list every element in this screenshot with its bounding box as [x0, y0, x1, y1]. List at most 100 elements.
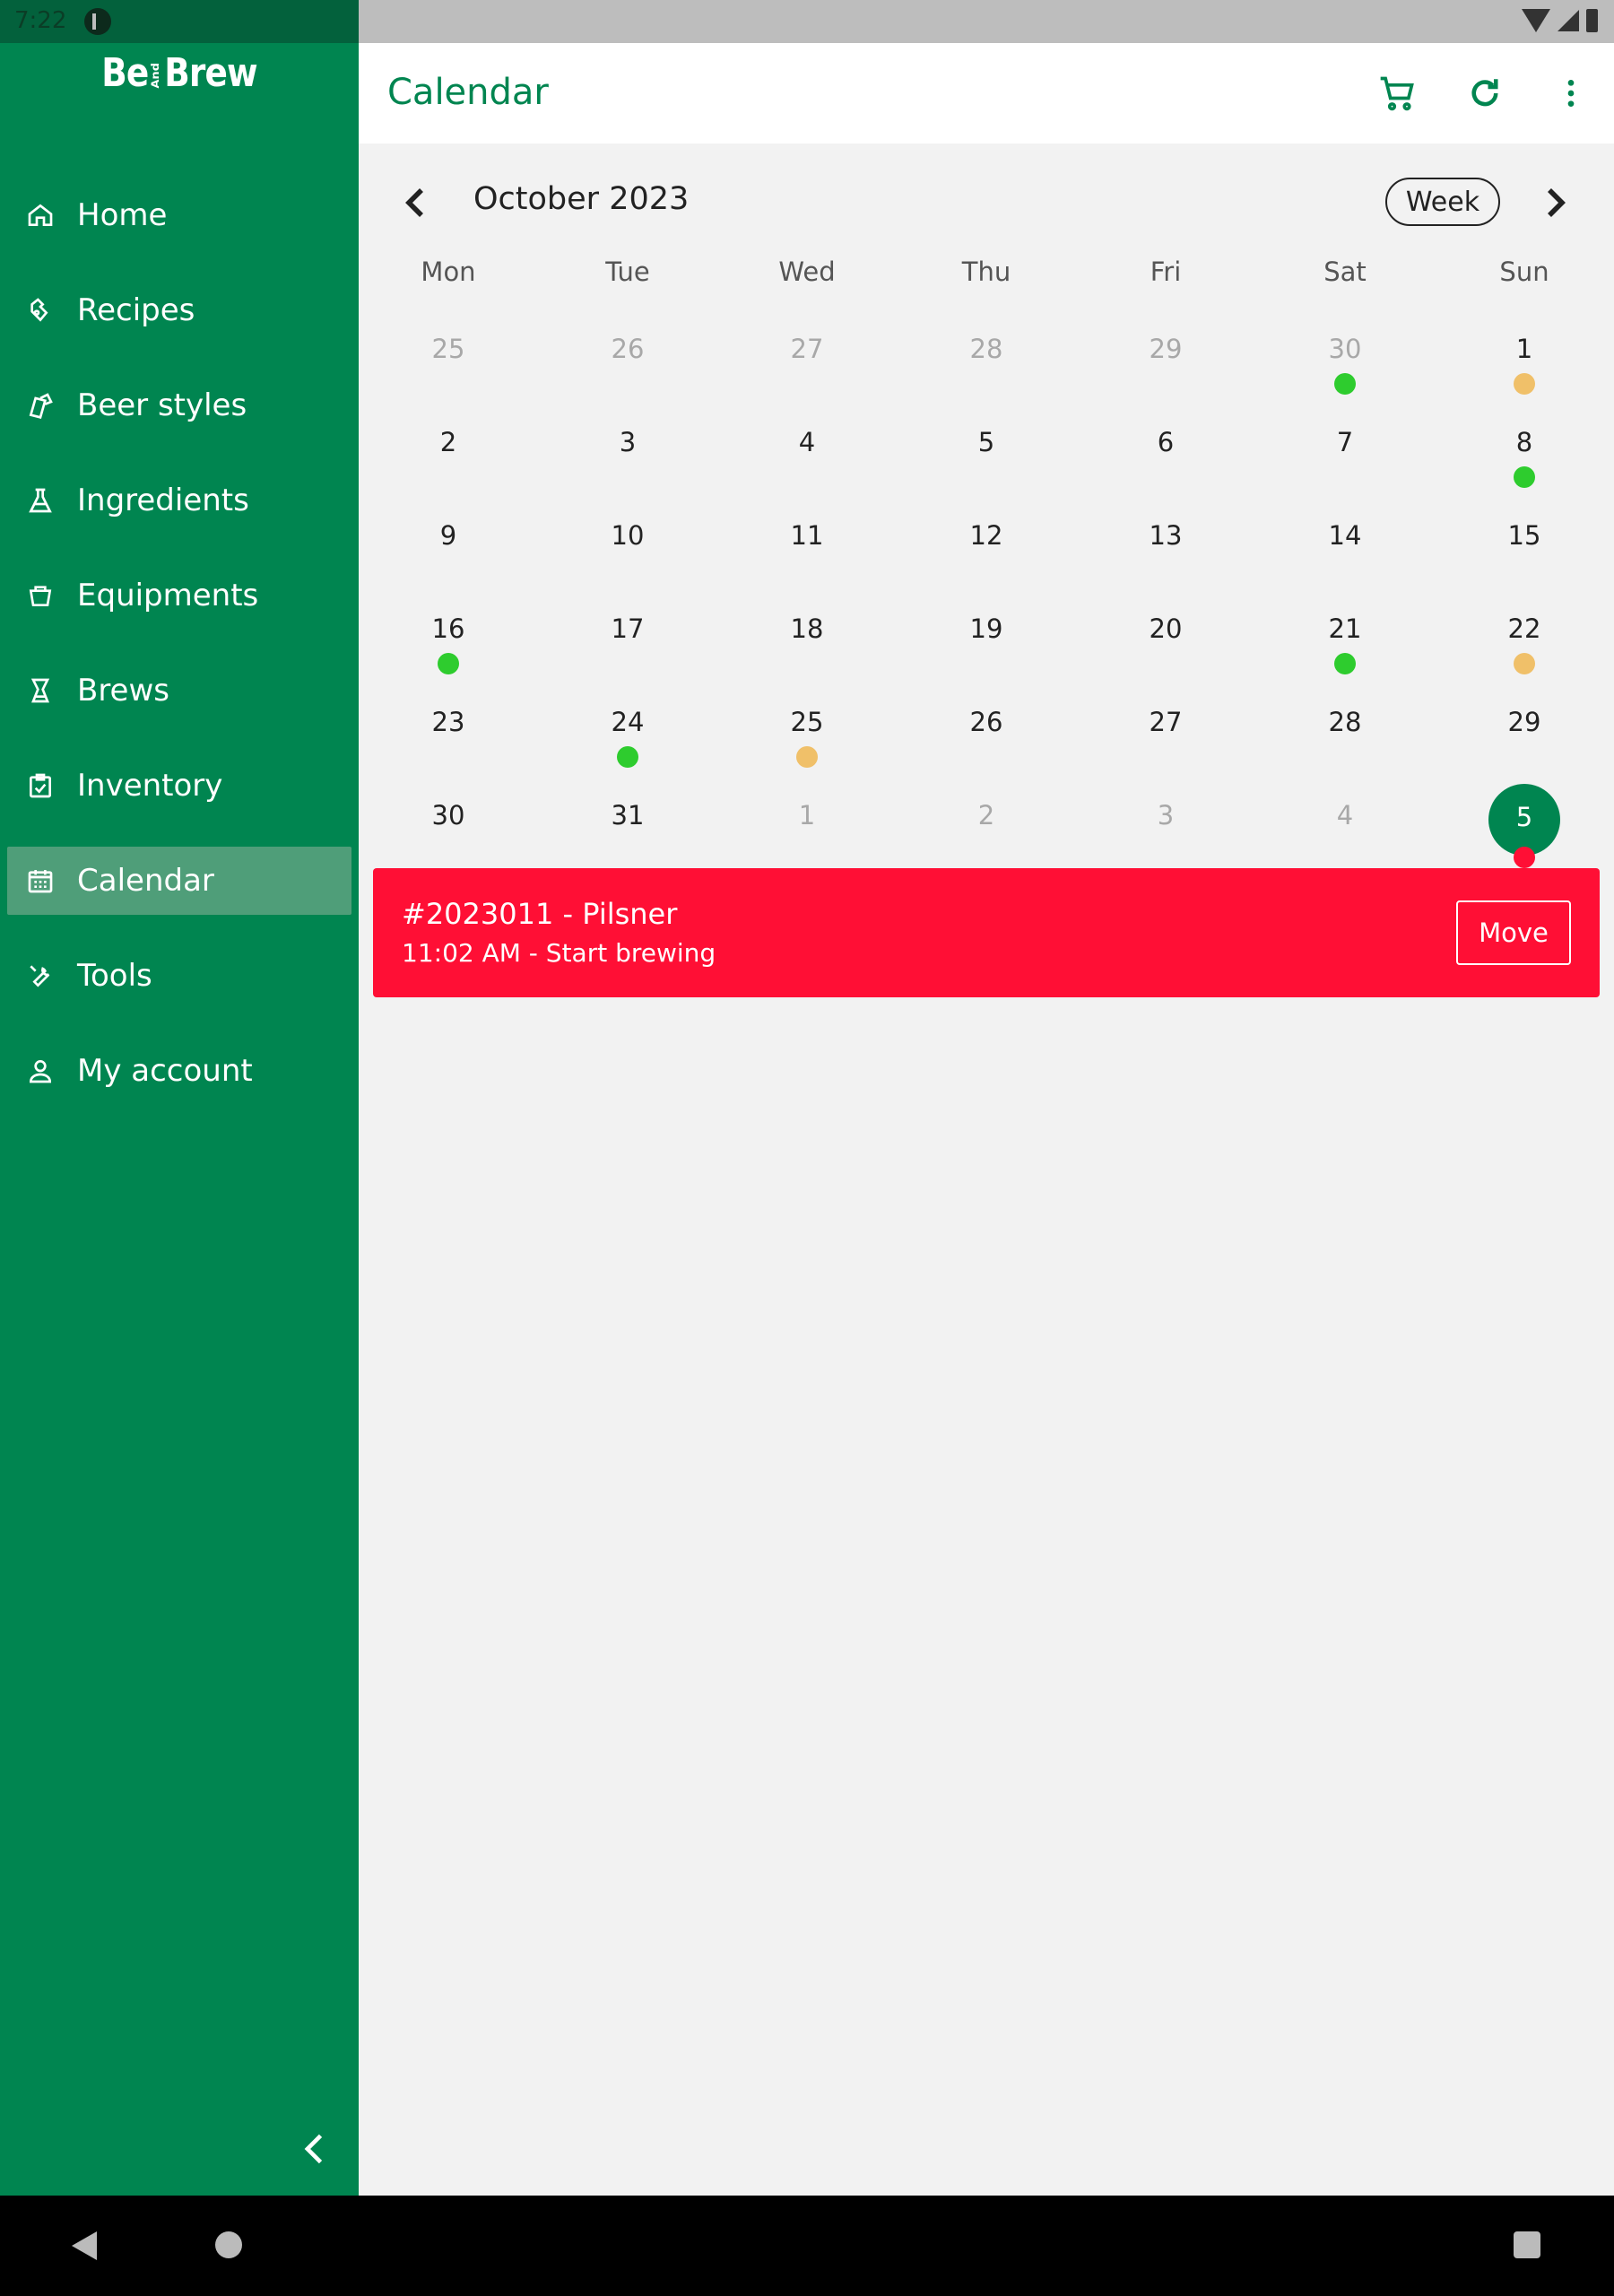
person-icon [25, 1056, 56, 1086]
move-button[interactable]: Move [1456, 900, 1571, 965]
calendar-day[interactable]: 8 [1435, 409, 1614, 502]
sidebar-item-my-account[interactable]: My account [7, 1037, 351, 1105]
system-nav-bar [0, 2196, 1614, 2296]
calendar-day[interactable]: 27 [1076, 689, 1255, 782]
more-options-button[interactable] [1546, 68, 1596, 118]
sidebar-item-label: Home [77, 197, 168, 233]
collapse-drawer-icon[interactable] [296, 2129, 335, 2169]
calendar-day[interactable]: 7 [1255, 409, 1435, 502]
sidebar-item-calendar[interactable]: Calendar [7, 847, 351, 915]
calendar-day[interactable]: 4 [717, 409, 897, 502]
calendar-day[interactable]: 19 [897, 596, 1076, 689]
home-icon [25, 200, 56, 230]
day-number: 5 [977, 427, 995, 457]
calendar-icon [25, 865, 56, 896]
calendar-day[interactable]: 23 [359, 689, 538, 782]
calendar-day[interactable]: 3 [538, 409, 717, 502]
back-icon[interactable] [72, 2231, 97, 2260]
event-marker-dot [1514, 373, 1535, 395]
home-circle-icon[interactable] [215, 2231, 242, 2258]
cart-button[interactable] [1372, 68, 1422, 118]
calendar-day[interactable]: 24 [538, 689, 717, 782]
recent-apps-icon[interactable] [1514, 2231, 1540, 2258]
calendar-day[interactable]: 1 [717, 782, 897, 875]
battery-icon [1586, 9, 1598, 32]
calendar-day[interactable]: 30 [1255, 316, 1435, 409]
calendar-day[interactable]: 12 [897, 502, 1076, 596]
calendar-day[interactable]: 17 [538, 596, 717, 689]
sidebar-item-label: Tools [77, 958, 152, 994]
calendar-day[interactable]: 25 [717, 689, 897, 782]
calendar-day[interactable]: 6 [1076, 409, 1255, 502]
calendar-day[interactable]: 22 [1435, 596, 1614, 689]
day-number: 29 [1149, 334, 1183, 364]
weekday-label: Tue [605, 257, 650, 287]
calendar-day[interactable]: 13 [1076, 502, 1255, 596]
logo-text-and: And [150, 62, 162, 89]
brews-icon [25, 675, 56, 706]
recipes-icon [25, 295, 56, 326]
calendar-day[interactable]: 29 [1076, 316, 1255, 409]
day-number: 22 [1507, 613, 1541, 644]
calendar-day[interactable]: 15 [1435, 502, 1614, 596]
day-number: 26 [969, 707, 1003, 737]
calendar-day[interactable]: 29 [1435, 689, 1614, 782]
calendar-day[interactable]: 31 [538, 782, 717, 875]
day-number: 25 [431, 334, 465, 364]
event-marker-dot [438, 653, 459, 674]
sidebar-item-ingredients[interactable]: Ingredients [7, 466, 351, 535]
event-marker-dot [1514, 847, 1535, 868]
month-header: October 2023 Week [359, 144, 1614, 258]
weekday-label: Sun [1499, 257, 1549, 287]
calendar-day[interactable]: 28 [897, 316, 1076, 409]
calendar-day[interactable]: 14 [1255, 502, 1435, 596]
wifi-icon [1522, 9, 1550, 32]
sidebar-item-beer-styles[interactable]: Beer styles [7, 371, 351, 439]
day-number: 21 [1328, 613, 1362, 644]
sidebar-item-recipes[interactable]: Recipes [7, 276, 351, 344]
sidebar-item-brews[interactable]: Brews [7, 657, 351, 725]
calendar-day[interactable]: 11 [717, 502, 897, 596]
calendar-day[interactable]: 20 [1076, 596, 1255, 689]
logo-text-be: Be [101, 50, 149, 96]
calendar-day[interactable]: 27 [717, 316, 897, 409]
day-number: 31 [611, 800, 645, 831]
day-number: 1 [1515, 334, 1533, 364]
sidebar-item-label: My account [77, 1053, 253, 1089]
calendar-day[interactable]: 2 [359, 409, 538, 502]
calendar-day[interactable]: 26 [538, 316, 717, 409]
sidebar-item-home[interactable]: Home [7, 181, 351, 249]
calendar-day[interactable]: 18 [717, 596, 897, 689]
calendar-day[interactable]: 9 [359, 502, 538, 596]
calendar-day[interactable]: 25 [359, 316, 538, 409]
calendar-day[interactable]: 2 [897, 782, 1076, 875]
notification-icon [84, 8, 111, 35]
calendar-day-selected[interactable]: 5 [1435, 782, 1614, 875]
equipment-icon [25, 580, 56, 611]
app-logo: Be AndBrew [27, 50, 332, 96]
calendar-day[interactable]: 3 [1076, 782, 1255, 875]
chevron-right-icon[interactable] [1533, 181, 1576, 224]
sidebar-item-tools[interactable]: Tools [7, 942, 351, 1010]
event-card[interactable]: #2023011 - Pilsner 11:02 AM - Start brew… [373, 868, 1600, 997]
day-number: 28 [969, 334, 1003, 364]
sidebar-item-inventory[interactable]: Inventory [7, 752, 351, 820]
calendar-day[interactable]: 30 [359, 782, 538, 875]
chevron-left-icon[interactable] [395, 181, 438, 224]
calendar-day[interactable]: 26 [897, 689, 1076, 782]
calendar-day[interactable]: 1 [1435, 316, 1614, 409]
event-marker-dot [796, 746, 818, 768]
app-bar: Calendar [359, 43, 1614, 144]
beer-styles-icon [25, 390, 56, 421]
view-format-button[interactable]: Week [1385, 178, 1500, 226]
calendar-day[interactable]: 4 [1255, 782, 1435, 875]
sidebar-item-equipments[interactable]: Equipments [7, 561, 351, 630]
refresh-button[interactable] [1460, 68, 1510, 118]
calendar-day[interactable]: 5 [897, 409, 1076, 502]
status-bar-left: 7:22 [0, 0, 359, 43]
calendar-day[interactable]: 10 [538, 502, 717, 596]
day-number: 13 [1149, 520, 1183, 551]
calendar-day[interactable]: 16 [359, 596, 538, 689]
calendar-day[interactable]: 21 [1255, 596, 1435, 689]
calendar-day[interactable]: 28 [1255, 689, 1435, 782]
